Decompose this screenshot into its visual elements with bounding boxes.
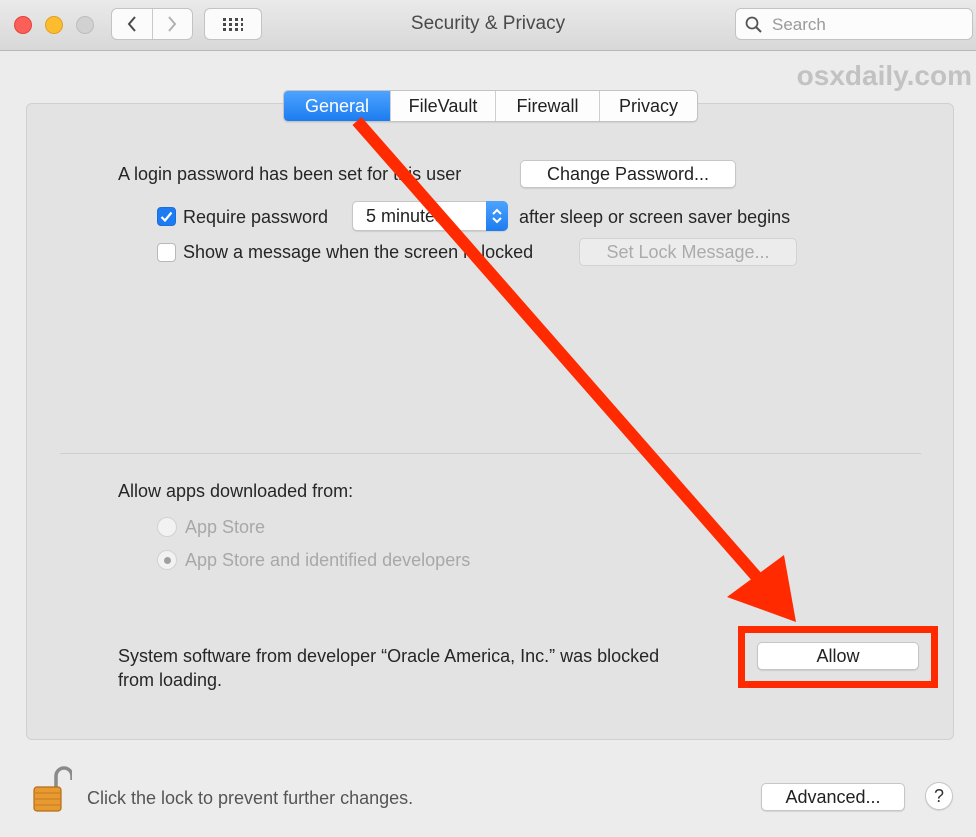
require-password-suffix: after sleep or screen saver begins [519, 207, 791, 227]
watermark: osxdaily.com [796, 60, 972, 91]
tab-privacy[interactable]: Privacy [599, 91, 697, 121]
show-message-checkbox[interactable] [157, 243, 176, 262]
title-bar: Security & Privacy [0, 0, 976, 51]
require-password-delay-value: 5 minutes [366, 206, 445, 226]
tab-firewall[interactable]: Firewall [495, 91, 599, 121]
search-icon [745, 16, 762, 33]
blocked-message-line-1: System software from developer “Oracle A… [118, 646, 660, 666]
blocked-message-line-2: from loading. [118, 670, 223, 690]
set-lock-message-button[interactable]: Set Lock Message... [579, 238, 797, 266]
app-store-radio-label: App Store [185, 517, 266, 537]
tab-filevault[interactable]: FileVault [390, 91, 495, 121]
require-password-checkbox[interactable] [157, 207, 176, 226]
checkmark-icon [160, 211, 173, 223]
tab-general[interactable]: General [284, 91, 390, 121]
tab-bar: General FileVault Firewall Privacy [283, 90, 698, 122]
advanced-button[interactable]: Advanced... [761, 783, 905, 811]
lock-button[interactable] [32, 766, 74, 819]
up-down-chevron-icon [486, 201, 508, 231]
allow-apps-heading: Allow apps downloaded from: [118, 481, 354, 501]
annotation-highlight-box [738, 626, 938, 688]
unlocked-padlock-icon [33, 766, 74, 812]
require-password-delay-select[interactable]: 5 minutes [352, 201, 508, 231]
help-button[interactable]: ? [925, 782, 953, 810]
search-field[interactable] [735, 8, 973, 40]
change-password-button[interactable]: Change Password... [520, 160, 736, 188]
require-password-label: Require password [183, 207, 329, 227]
login-password-text: A login password has been set for this u… [118, 164, 462, 184]
section-divider [60, 453, 921, 454]
lock-status-text: Click the lock to prevent further change… [87, 788, 414, 808]
show-message-label: Show a message when the screen is locked [183, 242, 534, 262]
app-store-identified-radio-label: App Store and identified developers [185, 550, 471, 570]
app-store-identified-radio[interactable] [157, 550, 177, 570]
app-store-radio[interactable] [157, 517, 177, 537]
search-input[interactable] [770, 13, 969, 37]
